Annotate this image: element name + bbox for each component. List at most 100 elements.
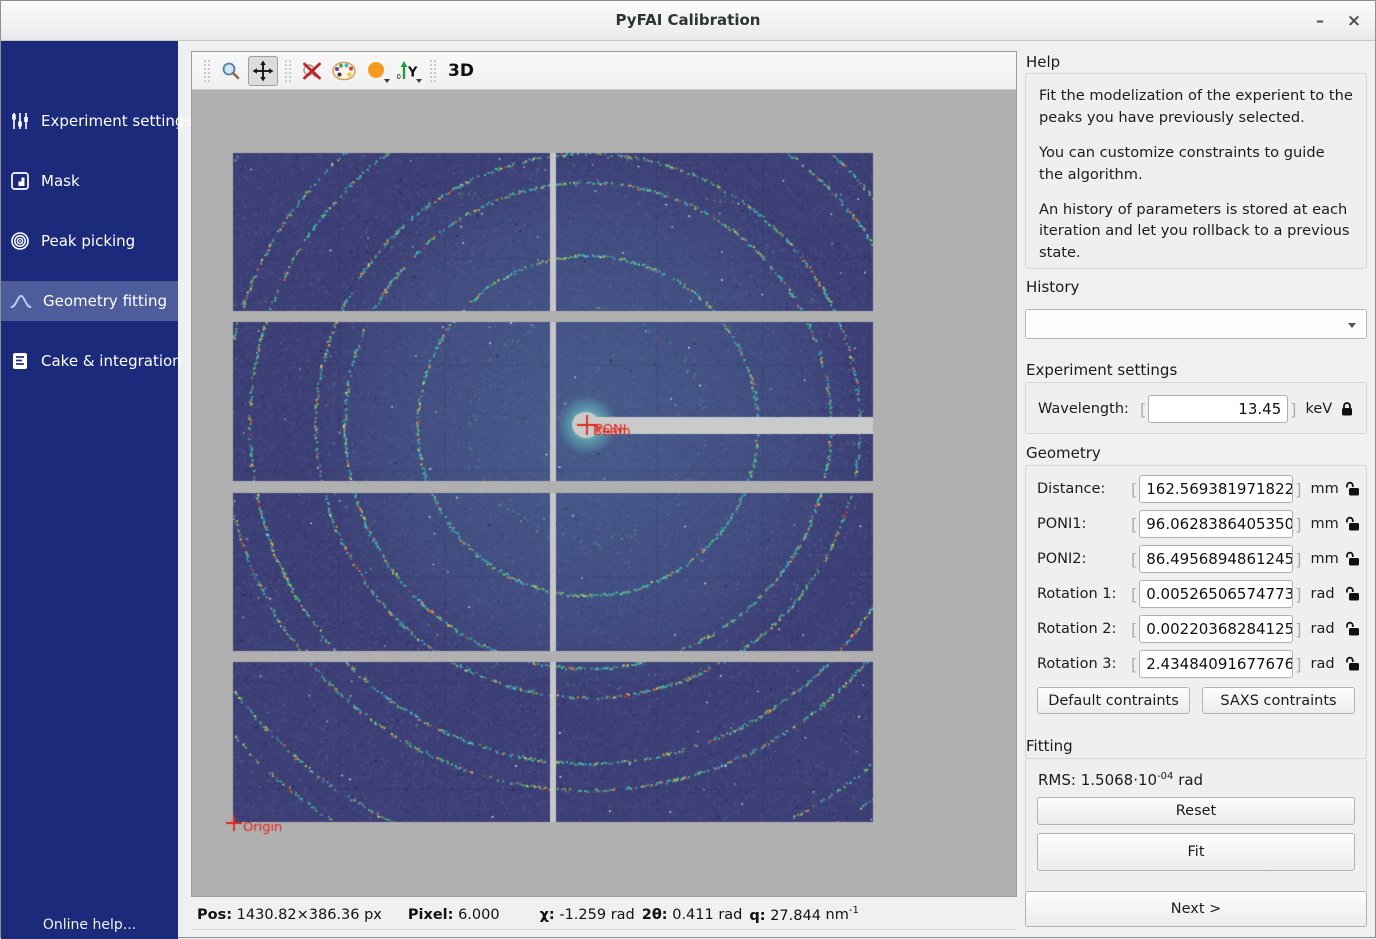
concentric-rings-icon	[10, 231, 30, 251]
sidebar-item-label: Peak picking	[41, 232, 135, 250]
rotation1-input[interactable]: 0.00526506574773	[1139, 580, 1293, 608]
rotation1-unit: rad	[1311, 586, 1343, 602]
plot-status-bar: Pos: 1430.82×386.36 px Pixel: 6.000 χ: -…	[191, 900, 1017, 930]
fit-button[interactable]: Fit	[1037, 833, 1355, 871]
default-constraints-button[interactable]: Default contraints	[1037, 687, 1190, 714]
q-unit: nm-1	[826, 907, 859, 923]
rotation3-input[interactable]: 2.43484091677676	[1139, 650, 1293, 678]
right-bracket: ]	[1288, 400, 1298, 419]
wavelength-row: Wavelength: [ 13.45 ] keV	[1038, 395, 1376, 423]
close-button[interactable]: ×	[1341, 9, 1367, 33]
rotation2-input[interactable]: 0.00220368284125	[1139, 615, 1293, 643]
zoom-tool-button[interactable]	[216, 56, 246, 86]
q-value: 27.844	[770, 907, 821, 923]
sidebar-item-label: Mask	[41, 172, 80, 190]
dropdown-arrow-icon	[416, 79, 422, 83]
chi-label: χ:	[540, 907, 555, 923]
rotation3-lock-open-icon[interactable]	[1345, 656, 1361, 672]
wavelength-lock-closed-icon[interactable]	[1340, 401, 1354, 417]
plot-canvas-area	[192, 90, 1016, 896]
status-chi: χ: -1.259 rad	[540, 907, 635, 923]
plot-widget: 0 Y 3D	[191, 51, 1017, 897]
help-paragraph: You can customize constraints to guide t…	[1039, 142, 1353, 186]
geometry-row-distance: Distance: [ 162.569381971822 ] mm	[1037, 475, 1361, 503]
toolbar-drag-handle[interactable]	[429, 59, 436, 83]
zoom-reset-icon	[300, 60, 324, 82]
poni1-lock-open-icon[interactable]	[1345, 516, 1361, 532]
distance-input[interactable]: 162.569381971822	[1139, 475, 1293, 503]
combobox-arrow-icon	[1348, 323, 1356, 328]
toolbar-drag-handle[interactable]	[203, 59, 210, 83]
dropdown-arrow-icon	[384, 79, 390, 83]
pixel-label: Pixel:	[408, 907, 454, 923]
rms-value: 1.5068·10-04 rad	[1081, 771, 1203, 789]
status-pixel: Pixel: 6.000	[408, 907, 500, 923]
geometry-section-title: Geometry	[1026, 444, 1101, 462]
distance-lock-open-icon[interactable]	[1345, 481, 1361, 497]
rotation3-label: Rotation 3:	[1037, 656, 1129, 672]
toolbar-drag-handle[interactable]	[284, 59, 291, 83]
poni1-label: PONI1:	[1037, 516, 1129, 532]
reset-button[interactable]: Reset	[1037, 797, 1355, 825]
geometry-row-poni1: PONI1: [ 96.0628386405350 ] mm	[1037, 510, 1361, 538]
sidebar-item-cake-integration[interactable]: Cake & integration	[1, 341, 178, 381]
sidebar-item-label: Cake & integration	[41, 352, 182, 370]
experiment-section-title: Experiment settings	[1026, 361, 1177, 379]
wavelength-label: Wavelength:	[1038, 401, 1138, 417]
mask-circle-tool-button[interactable]	[361, 56, 391, 86]
pan-arrows-icon	[252, 60, 274, 82]
zoom-reset-button[interactable]	[297, 56, 327, 86]
3d-label: 3D	[444, 61, 478, 81]
poni2-input[interactable]: 86.4956894861245	[1139, 545, 1293, 573]
rotation2-lock-open-icon[interactable]	[1345, 621, 1361, 637]
geometry-row-rotation3: Rotation 3: [ 2.43484091677676 ] rad	[1037, 650, 1361, 678]
rms-label: RMS:	[1038, 771, 1076, 789]
sidebar-item-geometry-fitting[interactable]: Geometry fitting	[1, 281, 178, 321]
sidebar: Experiment settings Mask Peak picking Ge…	[1, 41, 178, 939]
rms-readout: RMS: 1.5068·10-04 rad	[1038, 771, 1203, 789]
geometry-row-poni2: PONI2: [ 86.4956894861245 ] mm	[1037, 545, 1361, 573]
poni2-label: PONI2:	[1037, 551, 1129, 567]
rotation1-lock-open-icon[interactable]	[1345, 586, 1361, 602]
next-button[interactable]: Next >	[1025, 891, 1367, 927]
left-bracket: [	[1129, 515, 1139, 534]
rms-exponent: -04	[1157, 771, 1173, 782]
online-help-link[interactable]: Online help...	[1, 917, 178, 933]
sidebar-item-label: Geometry fitting	[43, 292, 167, 310]
saxs-constraints-button[interactable]: SAXS contraints	[1202, 687, 1355, 714]
poni1-input[interactable]: 96.0628386405350	[1139, 510, 1293, 538]
left-bracket: [	[1129, 550, 1139, 569]
y-axis-orientation-button[interactable]: 0 Y	[393, 56, 423, 86]
help-paragraph: Fit the modelization of the experient to…	[1039, 85, 1353, 129]
peak-curve-icon	[10, 291, 32, 311]
palette-icon	[331, 60, 357, 82]
right-bracket: ]	[1293, 585, 1303, 604]
wavelength-input[interactable]: 13.45	[1148, 395, 1288, 423]
magnifier-icon	[220, 60, 242, 82]
experiment-box: Wavelength: [ 13.45 ] keV	[1025, 382, 1367, 434]
pos-value: 1430.82×386.36 px	[237, 907, 382, 923]
history-combobox[interactable]	[1025, 309, 1367, 339]
status-pos: Pos: 1430.82×386.36 px	[197, 907, 382, 923]
3d-view-button[interactable]: 3D	[442, 56, 480, 86]
plot-toolbar: 0 Y 3D	[192, 52, 1016, 90]
sidebar-item-peak-picking[interactable]: Peak picking	[1, 221, 178, 261]
sidebar-item-mask[interactable]: Mask	[1, 161, 178, 201]
rms-unit: rad	[1178, 771, 1203, 789]
poni2-unit: mm	[1311, 551, 1343, 567]
svg-text:0: 0	[397, 73, 401, 81]
right-bracket: ]	[1293, 655, 1303, 674]
minimize-button[interactable]: –	[1307, 9, 1333, 33]
sliders-icon	[10, 111, 30, 131]
left-bracket: [	[1129, 585, 1139, 604]
colormap-button[interactable]	[329, 56, 359, 86]
pan-tool-button[interactable]	[248, 56, 278, 86]
distance-label: Distance:	[1037, 481, 1129, 497]
window-title: PyFAI Calibration	[1, 11, 1375, 29]
sidebar-item-experiment-settings[interactable]: Experiment settings	[1, 101, 178, 141]
poni1-unit: mm	[1311, 516, 1343, 532]
diffraction-image-canvas[interactable]	[192, 90, 1016, 896]
poni2-lock-open-icon[interactable]	[1345, 551, 1361, 567]
right-bracket: ]	[1293, 480, 1303, 499]
integration-list-icon	[10, 351, 30, 371]
